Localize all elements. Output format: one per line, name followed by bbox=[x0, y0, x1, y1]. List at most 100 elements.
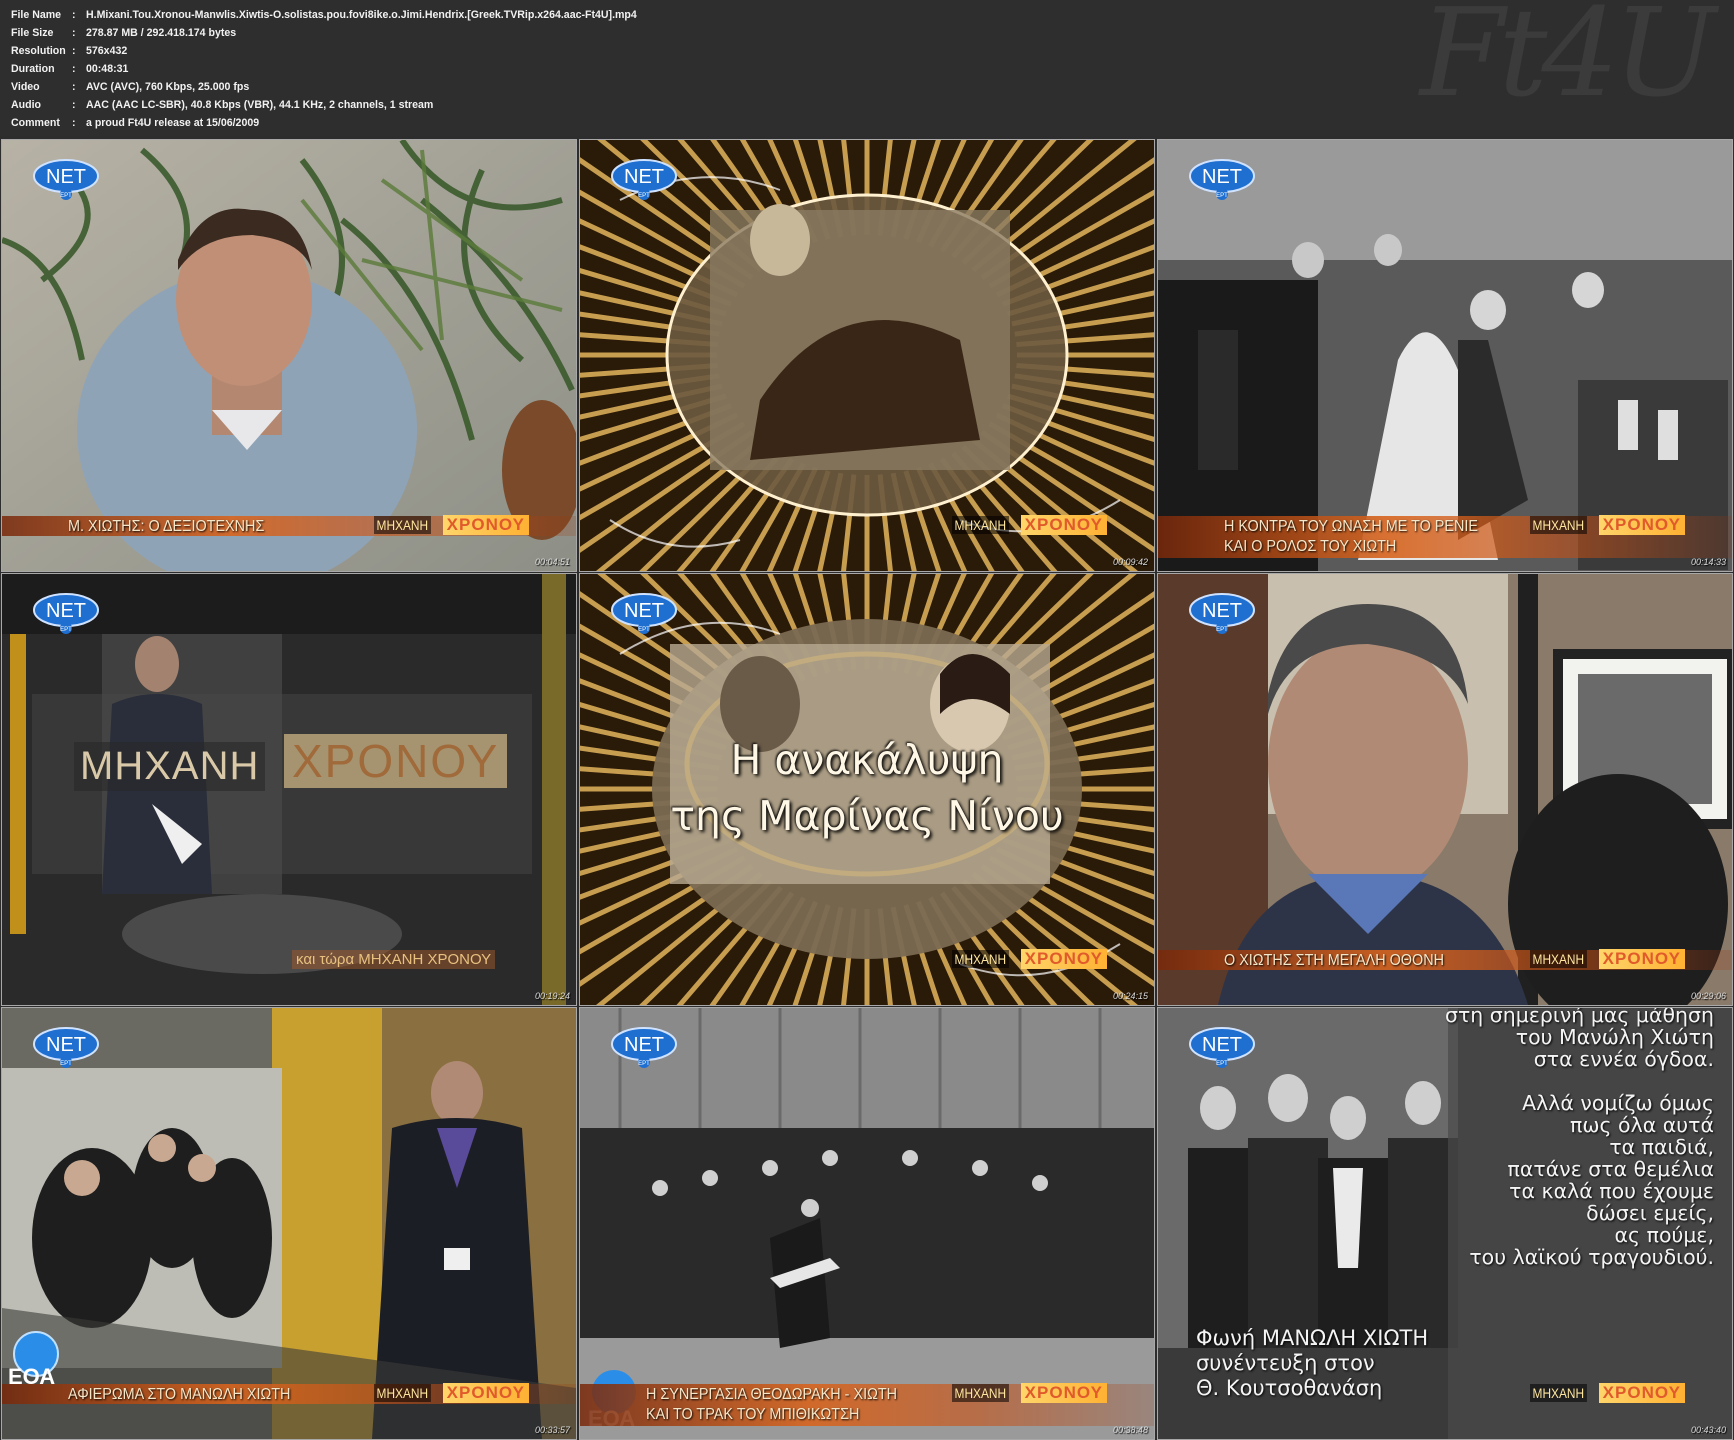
thumbnail-6[interactable]: NET ΕΡΤ Ο ΧΙΩΤΗΣ ΣΤΗ ΜΕΓΑΛΗ ΟΘΟΝΗ ΜΗΧΑΝΗ… bbox=[1157, 573, 1733, 1006]
caption-text: Η ΚΟΝΤΡΑ ΤΟΥ ΩΝΑΣΗ ΜΕ ΤΟ ΡΕΝΙΕ bbox=[1224, 518, 1479, 535]
info-value: AVC (AVC), 760 Kbps, 25.000 fps bbox=[86, 81, 250, 93]
info-label: Duration bbox=[11, 63, 55, 75]
subtitle-line: στα εννέα όγδοα. bbox=[1533, 1047, 1714, 1071]
info-value: AAC (AAC LC-SBR), 40.8 Kbps (VBR), 44.1 … bbox=[86, 99, 434, 111]
info-value: 00:48:31 bbox=[86, 63, 129, 75]
info-separator: : bbox=[72, 81, 76, 93]
show-logo-left: ΜΗΧΑΝΗ bbox=[1530, 1384, 1587, 1402]
info-value: 278.87 MB / 292.418.174 bytes bbox=[86, 27, 237, 39]
info-separator: : bbox=[72, 117, 76, 129]
show-logo-right: ΧΡΟΝΟΥ bbox=[442, 1383, 529, 1403]
show-logo-right: ΧΡΟΝΟΥ bbox=[1598, 515, 1685, 535]
channel-logo-name: NET bbox=[46, 600, 86, 622]
caption-text: Ο ΧΙΩΤΗΣ ΣΤΗ ΜΕΓΑΛΗ ΟΘΟΝΗ bbox=[1224, 952, 1445, 969]
timestamp: 00:09:42 bbox=[1112, 557, 1148, 567]
show-logo: ΜΗΧΑΝΗ ΧΡΟΝΟΥ bbox=[952, 947, 1107, 971]
show-logo-right: ΧΡΟΝΟΥ bbox=[1020, 515, 1107, 535]
channel-logo-name: NET bbox=[46, 166, 86, 188]
info-row-audio: Audio : AAC (AAC LC-SBR), 40.8 Kbps (VBR… bbox=[11, 96, 433, 114]
net-channel-logo: NET ΕΡΤ bbox=[33, 159, 99, 200]
show-logo-right: ΧΡΟΝΟΥ bbox=[1020, 949, 1107, 969]
show-logo-left: ΜΗΧΑΝΗ bbox=[374, 516, 431, 534]
subtitle-block: στη σημερινή μας μάθηση του Μανώλη Χιώτη… bbox=[1445, 1008, 1714, 1268]
net-channel-logo: NET ΕΡΤ bbox=[33, 593, 99, 634]
info-row-video: Video : AVC (AVC), 760 Kbps, 25.000 fps bbox=[11, 78, 249, 96]
timestamp: 00:29:06 bbox=[1690, 991, 1726, 1001]
subtitle-line: τα καλά που έχουμε bbox=[1509, 1179, 1714, 1203]
show-title-logo-right: ΧΡΟΝΟΥ bbox=[284, 734, 508, 788]
subtitle-line: Αλλά νομίζω όμως bbox=[1522, 1091, 1714, 1115]
voice-credit-line: Θ. Κουτσοθανάση bbox=[1196, 1376, 1383, 1400]
channel-logo-name: NET bbox=[1202, 600, 1242, 622]
caption-text: ΑΦΙΕΡΩΜΑ ΣΤΟ ΜΑΝΩΛΗ ΧΙΩΤΗ bbox=[68, 1386, 291, 1403]
info-label: Resolution bbox=[11, 45, 66, 57]
frame-bw-orchestra-rehearsal bbox=[580, 1008, 1154, 1439]
channel-logo-sub: ΕΡΤ bbox=[60, 193, 72, 199]
net-channel-logo: NET ΕΡΤ bbox=[1189, 1027, 1255, 1068]
net-channel-logo: NET ΕΡΤ bbox=[1189, 159, 1255, 200]
show-logo: ΜΗΧΑΝΗ ΧΡΟΝΟΥ bbox=[1530, 1381, 1685, 1405]
channel-logo-name: NET bbox=[624, 1034, 664, 1056]
info-separator: : bbox=[72, 27, 76, 39]
info-value: a proud Ft4U release at 15/06/2009 bbox=[86, 117, 260, 129]
subtitle-line: ας πούμε, bbox=[1614, 1223, 1714, 1247]
show-logo-left: ΜΗΧΑΝΗ bbox=[374, 1384, 431, 1402]
watermark-text: Ft4U bbox=[1419, 0, 1716, 124]
caption-text-line-2: ΚΑΙ ΤΟ ΤΡΑΚ ΤΟΥ ΜΠΙΘΙΚΩΤΣΗ bbox=[646, 1406, 860, 1423]
timestamp: 00:33:57 bbox=[534, 1425, 570, 1435]
title-card-line-1: Η ανακάλυψη bbox=[730, 736, 1004, 784]
thumbnail-2[interactable]: NET ΕΡΤ ΜΗΧΑΝΗ ΧΡΟΝΟΥ 00:09:42 bbox=[579, 139, 1155, 572]
title-card-line-2: της Μαρίνας Νίνου bbox=[670, 792, 1064, 840]
info-label: Video bbox=[11, 81, 40, 93]
channel-logo-sub: ΕΡΤ bbox=[1216, 627, 1228, 633]
subtitle-line: πατάνε στα θεμέλια bbox=[1507, 1157, 1714, 1181]
voice-credit-line: Φωνή ΜΑΝΩΛΗ ΧΙΩΤΗ bbox=[1196, 1326, 1429, 1350]
info-value: 576x432 bbox=[86, 45, 128, 57]
frame-interview-man-plants bbox=[2, 140, 576, 571]
channel-logo-sub: ΕΡΤ bbox=[638, 627, 650, 633]
net-channel-logo: NET ΕΡΤ bbox=[1189, 593, 1255, 634]
info-separator: : bbox=[72, 45, 76, 57]
info-row-filesize: File Size : 278.87 MB / 292.418.174 byte… bbox=[11, 24, 236, 42]
show-logo: ΜΗΧΑΝΗ ΧΡΟΝΟΥ bbox=[952, 513, 1107, 537]
thumbnail-4[interactable]: ΜΗΧΑΝΗ ΧΡΟΝΟΥ NET ΕΡΤ και τώρα ΜΗΧΑΝΗ ΧΡ… bbox=[1, 573, 577, 1006]
channel-logo-name: NET bbox=[624, 600, 664, 622]
channel-logo-name: NET bbox=[624, 166, 664, 188]
voice-credit-line: συνέντευξη στον bbox=[1196, 1351, 1375, 1375]
channel-logo-sub: ΕΡΤ bbox=[638, 1061, 650, 1067]
thumbnail-8[interactable]: NET ΕΡΤ ΕΟΑ Η ΣΥΝΕΡΓΑΣΙΑ ΘΕΟΔΩΡΑΚΗ - ΧΙΩ… bbox=[579, 1007, 1155, 1440]
frame-studio-presenter-orchestra bbox=[2, 1008, 576, 1439]
channel-logo-sub: ΕΡΤ bbox=[1216, 1061, 1228, 1067]
channel-logo-sub: ΕΡΤ bbox=[1216, 193, 1228, 199]
timestamp: 00:24:15 bbox=[1112, 991, 1148, 1001]
thumbnail-1[interactable]: NET ΕΡΤ Μ. ΧΙΩΤΗΣ: Ο ΔΕΞΙΟΤΕΧΝΗΣ ΜΗΧΑΝΗ … bbox=[1, 139, 577, 572]
subtitle-line: δώσει εμείς, bbox=[1586, 1201, 1714, 1225]
thumbnail-9[interactable]: NET ΕΡΤ στη σημερινή μας μάθηση του Μανώ… bbox=[1157, 1007, 1733, 1440]
caption-text: Η ΣΥΝΕΡΓΑΣΙΑ ΘΕΟΔΩΡΑΚΗ - ΧΙΩΤΗ bbox=[646, 1386, 898, 1403]
timestamp: 00:38:48 bbox=[1112, 1425, 1148, 1435]
net-channel-logo: NET ΕΡΤ bbox=[611, 1027, 677, 1068]
show-logo: ΜΗΧΑΝΗ ΧΡΟΝΟΥ bbox=[374, 513, 529, 537]
frame-title-card-golden-rays bbox=[580, 574, 1154, 1005]
info-row-resolution: Resolution : 576x432 bbox=[11, 42, 127, 60]
timestamp: 00:14:33 bbox=[1690, 557, 1726, 567]
show-logo-ticker: και τώρα ΜΗΧΑΝΗ ΧΡΟΝΟΥ bbox=[292, 950, 496, 969]
channel-logo-name: NET bbox=[1202, 1034, 1242, 1056]
thumbnail-7[interactable]: NET ΕΡΤ ΕΟΑ ΑΦΙΕΡΩΜΑ ΣΤΟ ΜΑΝΩΛΗ ΧΙΩΤΗ ΜΗ… bbox=[1, 1007, 577, 1440]
subtitle-line: του Μανώλη Χιώτη bbox=[1515, 1025, 1714, 1049]
show-logo: ΜΗΧΑΝΗ ΧΡΟΝΟΥ bbox=[1530, 947, 1685, 971]
info-label: Audio bbox=[11, 99, 42, 111]
info-label: File Size bbox=[11, 27, 54, 39]
show-title-logo-large: ΜΗΧΑΝΗ ΧΡΟΝΟΥ bbox=[74, 734, 508, 814]
thumbnail-3[interactable]: NET ΕΡΤ Η ΚΟΝΤΡΑ ΤΟΥ ΩΝΑΣΗ ΜΕ ΤΟ ΡΕΝΙΕ Κ… bbox=[1157, 139, 1733, 572]
timestamp: 00:19:24 bbox=[534, 991, 570, 1001]
show-logo-right: ΧΡΟΝΟΥ bbox=[1020, 1383, 1107, 1403]
frame-bw-wedding-ceremony bbox=[1158, 140, 1732, 571]
info-separator: : bbox=[72, 99, 76, 111]
show-logo-right: ΧΡΟΝΟΥ bbox=[1598, 1383, 1685, 1403]
caption-text-line-2: ΚΑΙ Ο ΡΟΛΟΣ ΤΟΥ ΧΙΩΤΗ bbox=[1224, 538, 1397, 555]
info-row-duration: Duration : 00:48:31 bbox=[11, 60, 128, 78]
channel-logo-sub: ΕΡΤ bbox=[638, 193, 650, 199]
subtitle-line: τα παιδιά, bbox=[1609, 1135, 1714, 1159]
thumbnail-5[interactable]: Η ανακάλυψη της Μαρίνας Νίνου NET ΕΡΤ ΜΗ… bbox=[579, 573, 1155, 1006]
